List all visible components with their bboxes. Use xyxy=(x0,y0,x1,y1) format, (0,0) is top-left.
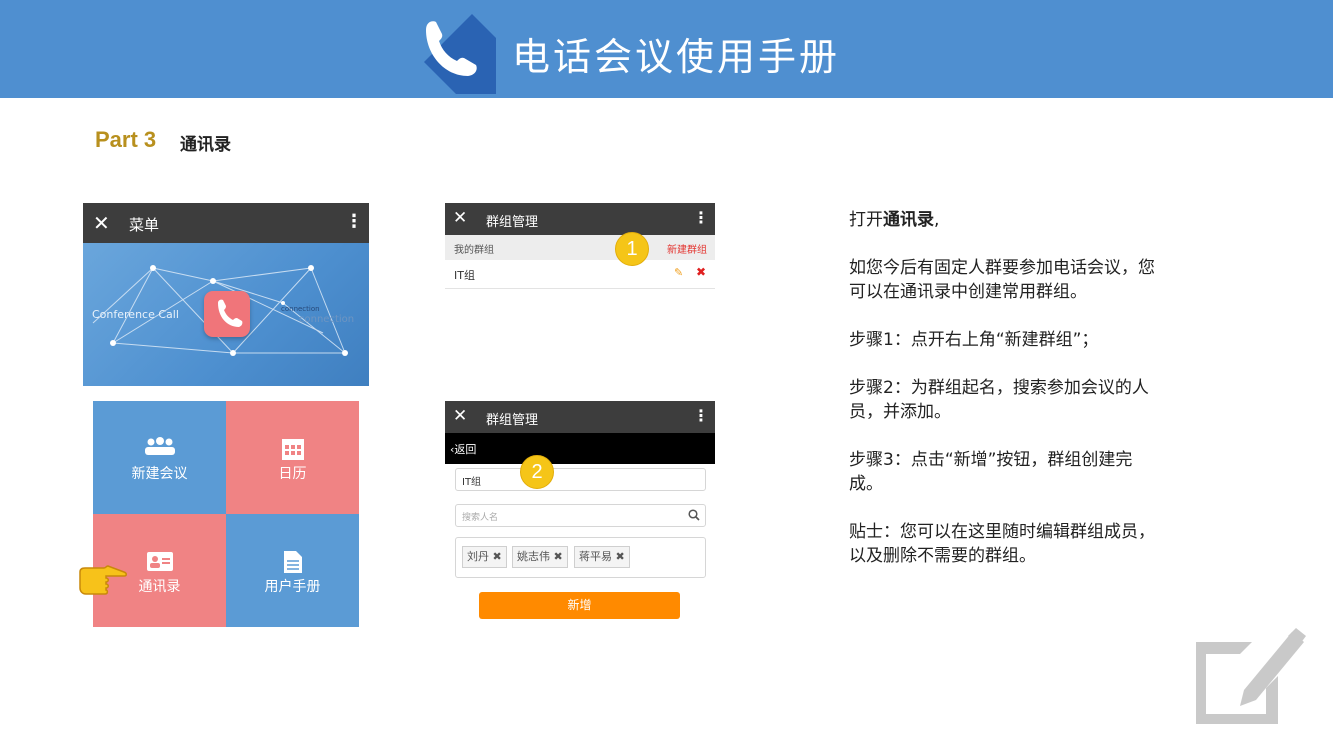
tile-calendar[interactable]: 日历 xyxy=(226,401,359,514)
tile-label: 日历 xyxy=(278,466,307,482)
group-title: 群组管理 xyxy=(486,413,539,428)
instruction-intro: 打开通讯录, xyxy=(849,208,1159,232)
instruction-step-2: 步骤2：为群组起名，搜索参加会议的人员，并添加。 xyxy=(849,378,1149,422)
intro-bold: 通讯录 xyxy=(883,210,934,230)
page-title: 电话会议使用手册 xyxy=(512,35,841,79)
part-label: Part 3 xyxy=(95,127,157,152)
delete-icon[interactable]: ✖ xyxy=(696,265,706,279)
contact-card-icon xyxy=(146,552,173,571)
close-icon[interactable]: ✕ xyxy=(453,208,467,228)
group-name-field[interactable]: IT组 xyxy=(455,468,706,491)
search-input[interactable]: 搜索人名 xyxy=(455,504,706,527)
member-tag[interactable]: 姚志伟 ✖ xyxy=(512,546,568,568)
member-name: 刘丹 xyxy=(467,550,489,563)
menu-screenshot: ✕ 菜单 ⋮ Conference Call connection connec… xyxy=(83,203,369,386)
instructions: 打开通讯录, 如您今后有固定人群要参加电话会议，您可以在通讯录中创建常用群组。 … xyxy=(849,208,1159,592)
remove-icon[interactable]: ✖ xyxy=(616,550,625,563)
more-options-icon[interactable]: ⋮ xyxy=(693,406,709,425)
search-icon[interactable] xyxy=(688,509,700,521)
pointing-hand-icon xyxy=(79,565,127,595)
search-placeholder: 搜索人名 xyxy=(462,513,499,523)
edit-document-icon xyxy=(1196,628,1306,724)
tile-label: 用户手册 xyxy=(264,579,321,595)
table-row[interactable]: IT组 ✎ ✖ xyxy=(445,260,715,289)
my-groups-header: 我的群组 新建群组 xyxy=(445,235,715,260)
group-screen-2: ✕ 群组管理 ⋮ ‹返回 IT组 搜索人名 刘丹 ✖ 姚志伟 ✖ 蒋平易 ✖ 新… xyxy=(445,401,715,626)
people-group-icon xyxy=(144,437,175,455)
menu-hero-banner: Conference Call connection connection xyxy=(83,243,369,386)
group-screen-1: ✕ 群组管理 ⋮ 我的群组 新建群组 IT组 ✎ ✖ xyxy=(445,203,715,289)
step-badge-2: 2 xyxy=(520,455,554,489)
back-button[interactable]: ‹返回 xyxy=(450,441,476,457)
back-bar: ‹返回 xyxy=(445,433,715,464)
group-name: IT组 xyxy=(454,269,475,282)
group-name-value: IT组 xyxy=(462,477,482,488)
more-options-icon[interactable]: ⋮ xyxy=(345,211,363,232)
group-topbar: ✕ 群组管理 ⋮ xyxy=(445,203,715,235)
tile-new-meeting[interactable]: 新建会议 xyxy=(93,401,226,514)
group-title: 群组管理 xyxy=(486,215,539,230)
my-groups-label: 我的群组 xyxy=(454,245,494,256)
member-tag[interactable]: 蒋平易 ✖ xyxy=(574,546,630,568)
edit-icon[interactable]: ✎ xyxy=(674,266,683,279)
hero-left-text: Conference Call xyxy=(92,308,179,321)
member-list: 刘丹 ✖ 姚志伟 ✖ 蒋平易 ✖ xyxy=(455,537,706,578)
hero-right-text-faded: connection xyxy=(299,314,355,325)
phone-handset-icon xyxy=(424,14,496,94)
instruction-paragraph: 如您今后有固定人群要参加电话会议，您可以在通讯录中创建常用群组。 xyxy=(849,258,1155,302)
instruction-step-3: 步骤3：点击“新增”按钮，群组创建完成。 xyxy=(849,450,1133,494)
member-name: 蒋平易 xyxy=(579,550,612,563)
more-options-icon[interactable]: ⋮ xyxy=(693,208,709,227)
back-label: 返回 xyxy=(454,443,477,456)
tile-user-manual[interactable]: 用户手册 xyxy=(226,514,359,627)
new-group-link[interactable]: 新建群组 xyxy=(667,241,707,256)
section-title: 通讯录 xyxy=(180,135,231,155)
menu-title: 菜单 xyxy=(129,216,160,234)
member-name: 姚志伟 xyxy=(517,550,550,563)
remove-icon[interactable]: ✖ xyxy=(493,550,502,563)
instruction-step-1: 步骤1：点开右上角“新建群组”； xyxy=(849,330,1099,350)
remove-icon[interactable]: ✖ xyxy=(554,550,563,563)
step-badge-1: 1 xyxy=(615,232,649,266)
close-icon[interactable]: ✕ xyxy=(93,211,110,235)
header-banner: 电话会议使用手册 xyxy=(0,0,1333,98)
close-icon[interactable]: ✕ xyxy=(453,406,467,426)
member-tag[interactable]: 刘丹 ✖ xyxy=(462,546,507,568)
add-button[interactable]: 新增 xyxy=(479,592,680,619)
intro-prefix: 打开 xyxy=(849,210,883,230)
conference-app-icon xyxy=(204,291,250,337)
menu-topbar: ✕ 菜单 ⋮ xyxy=(83,203,369,243)
intro-suffix: , xyxy=(934,210,940,230)
calendar-icon xyxy=(281,439,304,460)
hero-right-text: connection xyxy=(281,305,320,313)
document-icon xyxy=(283,551,302,573)
tile-label: 新建会议 xyxy=(131,466,188,482)
instruction-tip: 贴士：您可以在这里随时编辑群组成员，以及删除不需要的群组。 xyxy=(849,522,1155,566)
group-topbar: ✕ 群组管理 ⋮ xyxy=(445,401,715,433)
